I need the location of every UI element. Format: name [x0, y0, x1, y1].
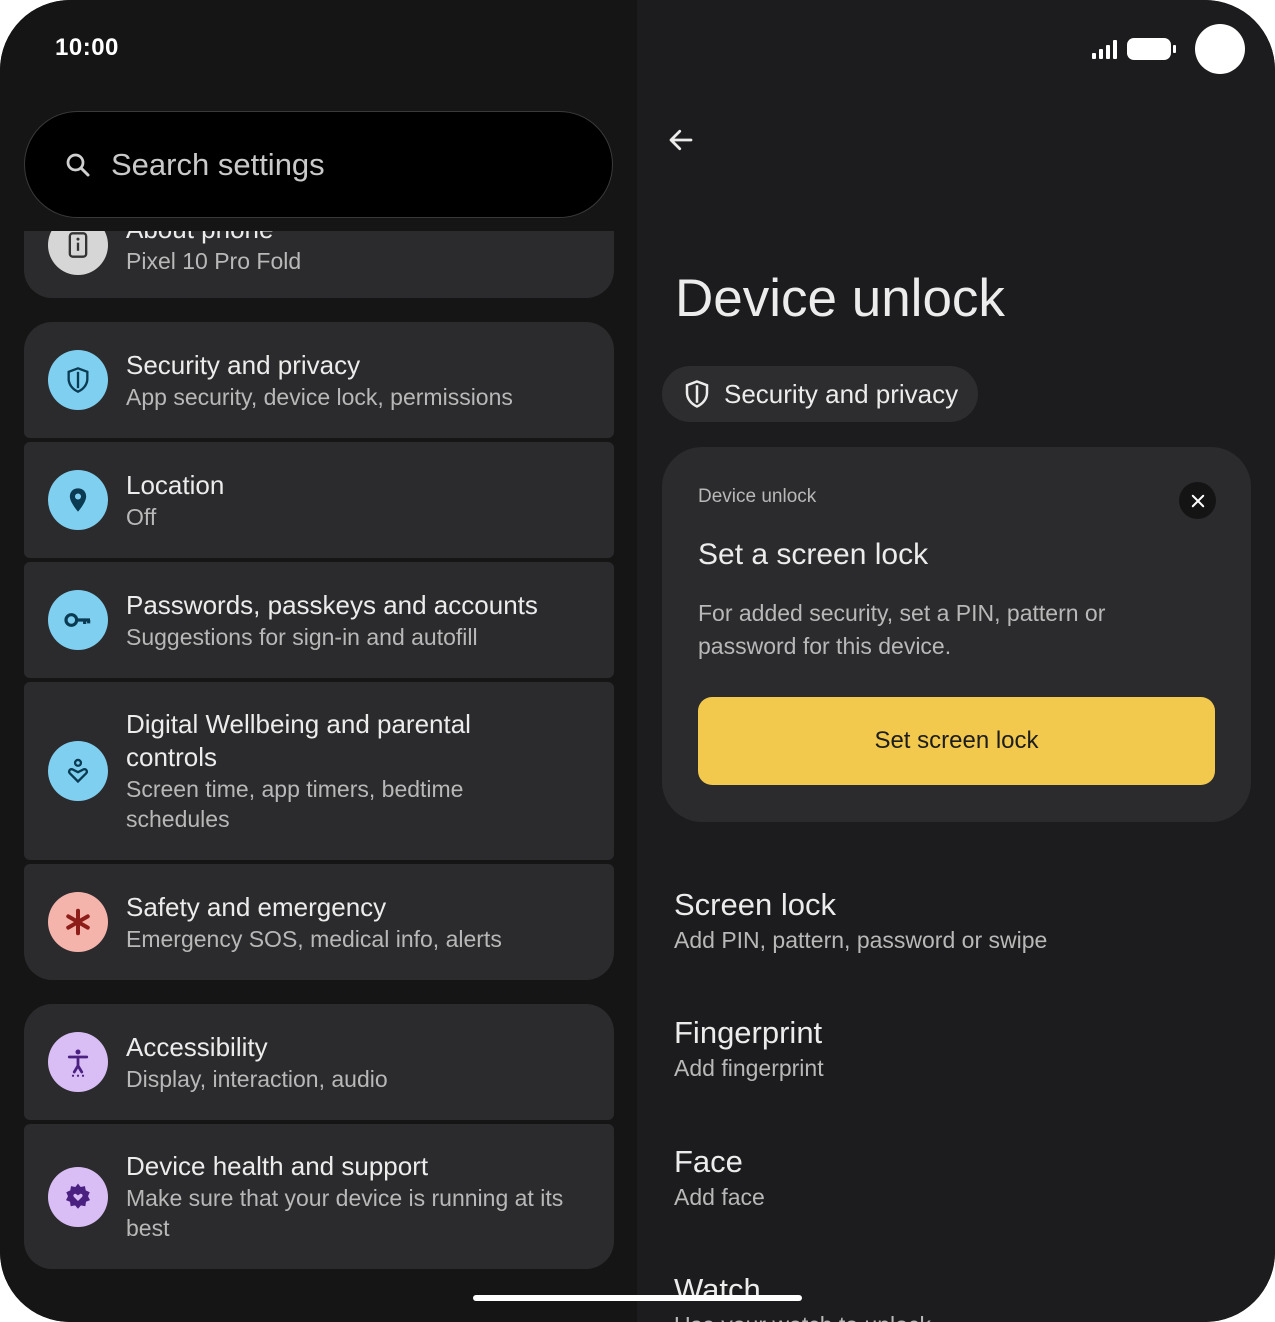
settings-item-device-health[interactable]: Device health and support Make sure that… — [24, 1124, 614, 1269]
settings-item-subtitle: Emergency SOS, medical info, alerts — [126, 925, 502, 952]
settings-item-accessibility[interactable]: Accessibility Display, interaction, audi… — [24, 1004, 614, 1120]
settings-item-subtitle: Make sure that your device is running at… — [126, 1185, 564, 1241]
key-icon — [48, 590, 108, 650]
back-arrow-icon — [669, 129, 693, 151]
settings-item-security-privacy[interactable]: Security and privacy App security, devic… — [24, 322, 614, 438]
settings-item-subtitle: Suggestions for sign-in and autofill — [126, 623, 478, 650]
settings-item-subtitle: Off — [126, 503, 157, 530]
settings-item-title: Location — [126, 469, 225, 500]
settings-list: About phone Pixel 10 Pro Fold Security a… — [24, 231, 614, 1273]
set-screen-lock-button[interactable]: Set screen lock — [698, 697, 1215, 785]
settings-item-title: Passwords, passkeys and accounts — [126, 589, 538, 620]
settings-item-digital-wellbeing[interactable]: Digital Wellbeing and parental controls … — [24, 682, 614, 860]
suggestion-eyebrow: Device unlock — [698, 486, 817, 507]
pref-title: Screen lock — [674, 887, 836, 922]
shield-icon — [685, 380, 709, 408]
suggestion-card: Device unlock Set a screen lock For adde… — [662, 447, 1251, 822]
suggestion-body: For added security, set a PIN, pattern o… — [698, 600, 1106, 659]
suggestion-title: Set a screen lock — [698, 538, 929, 571]
back-button[interactable] — [661, 120, 701, 160]
info-icon — [48, 231, 108, 275]
settings-item-subtitle: Display, interaction, audio — [126, 1065, 388, 1092]
settings-item-title: Safety and emergency — [126, 891, 387, 922]
pref-subtitle: Add PIN, pattern, password or swipe — [674, 927, 1048, 953]
gesture-nav-handle[interactable] — [473, 1295, 802, 1301]
settings-item-title: Digital Wellbeing and parental controls — [126, 709, 471, 772]
search-icon — [66, 153, 90, 176]
settings-item-title: Security and privacy — [126, 349, 361, 380]
breadcrumb-chip[interactable]: Security and privacy — [662, 366, 979, 422]
dismiss-button[interactable] — [1179, 482, 1216, 519]
wellbeing-icon — [48, 741, 108, 801]
status-icons — [1092, 24, 1245, 74]
location-pin-icon — [48, 470, 108, 530]
asterisk-icon — [48, 892, 108, 952]
settings-item-safety-emergency[interactable]: Safety and emergency Emergency SOS, medi… — [24, 864, 614, 980]
close-icon — [1191, 494, 1204, 507]
detail-pane: Device unlock Security and privacy Devic… — [637, 0, 1275, 1322]
accessibility-icon — [48, 1032, 108, 1092]
battery-icon — [1127, 38, 1176, 60]
page-title: Device unlock — [675, 269, 1005, 328]
settings-item-about-phone[interactable]: About phone Pixel 10 Pro Fold — [24, 231, 614, 298]
camera-cutout-icon — [1195, 24, 1245, 74]
pref-title: Fingerprint — [674, 1015, 823, 1050]
pref-title: Face — [674, 1144, 743, 1179]
pref-subtitle: Add face — [674, 1184, 765, 1210]
search-placeholder: Search settings — [111, 146, 325, 182]
settings-list-viewport[interactable]: About phone Pixel 10 Pro Fold Security a… — [0, 231, 637, 1322]
status-time: 10:00 — [55, 34, 119, 61]
settings-item-location[interactable]: Location Off — [24, 442, 614, 558]
search-bar[interactable]: Search settings — [24, 111, 613, 218]
pref-fingerprint[interactable]: Fingerprint Add fingerprint — [674, 1014, 824, 1084]
settings-item-subtitle: Screen time, app timers, bedtime schedul… — [126, 776, 464, 832]
settings-item-subtitle: Pixel 10 Pro Fold — [126, 248, 302, 274]
settings-item-subtitle: App security, device lock, permissions — [126, 383, 513, 410]
health-gear-icon — [48, 1166, 108, 1227]
settings-pane: About phone Pixel 10 Pro Fold Security a… — [0, 0, 637, 1322]
shield-icon — [48, 350, 108, 410]
signal-icon — [1092, 39, 1117, 59]
device-frame: About phone Pixel 10 Pro Fold Security a… — [0, 0, 1275, 1322]
pref-screen-lock[interactable]: Screen lock Add PIN, pattern, password o… — [674, 886, 1047, 956]
settings-item-passwords[interactable]: Passwords, passkeys and accounts Suggest… — [24, 562, 614, 678]
breadcrumb-label: Security and privacy — [724, 378, 959, 409]
pref-title: Watch — [674, 1272, 761, 1307]
settings-item-title: Accessibility — [126, 1031, 268, 1062]
pref-subtitle: Add fingerprint — [674, 1055, 824, 1081]
pref-subtitle: Use your watch to unlock — [674, 1309, 931, 1322]
pref-face[interactable]: Face Add face — [674, 1143, 765, 1213]
settings-item-title: About phone — [126, 231, 301, 246]
settings-item-title: Device health and support — [126, 1151, 429, 1181]
